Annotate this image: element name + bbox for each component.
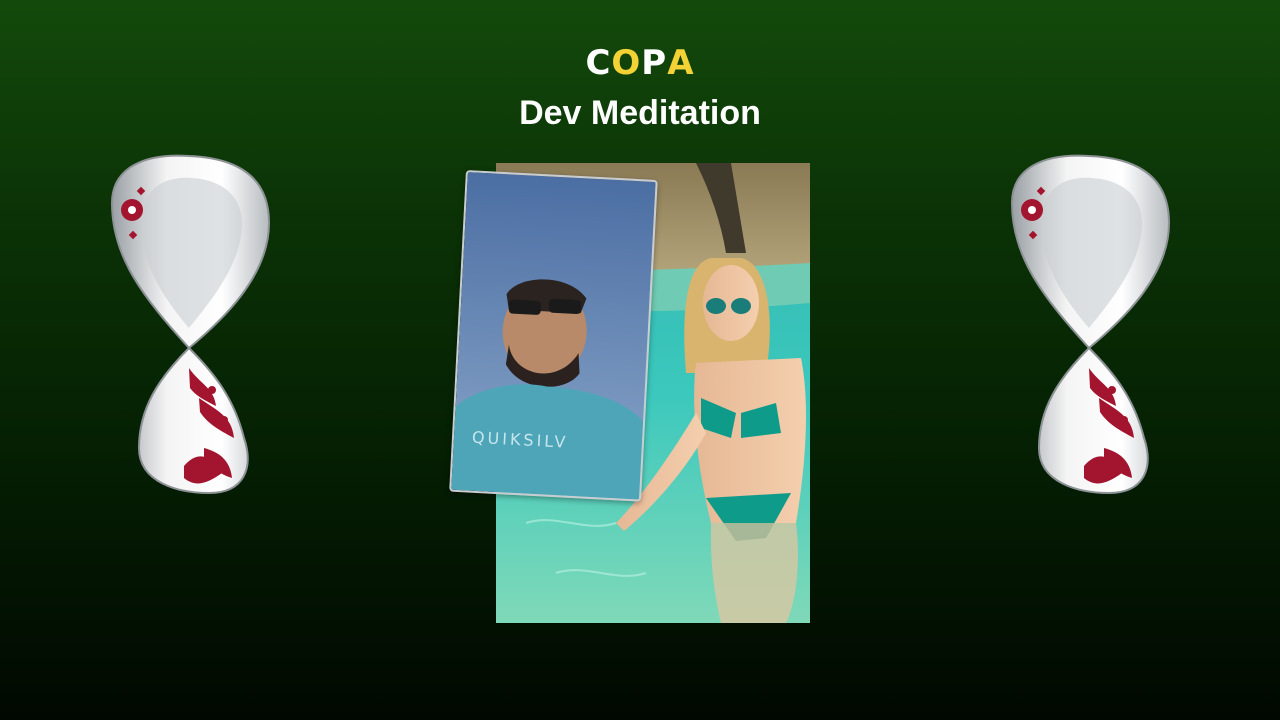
logo-letter-o: O (611, 43, 642, 83)
copa-logo: COPA (585, 44, 694, 82)
logo-letter-a: A (667, 43, 695, 83)
page-title: Dev Meditation (519, 94, 761, 132)
world-cup-emblem-left-icon (104, 148, 274, 498)
meme-photo-inset: QUIKSILV (449, 170, 658, 502)
world-cup-emblem-right-icon (1004, 148, 1174, 498)
logo-letter-c: C (585, 43, 612, 83)
logo-letter-p: P (641, 43, 668, 83)
page-header: COPA Dev Meditation (0, 44, 1280, 132)
